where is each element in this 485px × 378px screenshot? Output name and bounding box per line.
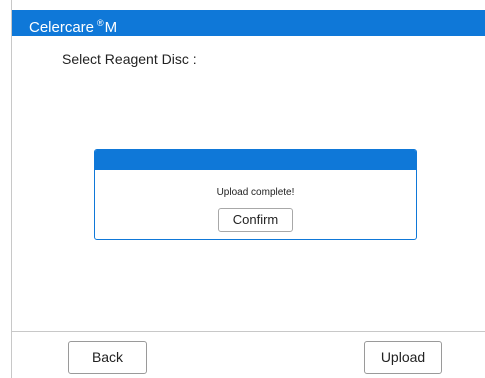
back-button[interactable]: Back	[68, 341, 147, 374]
app-title-suffix: M	[104, 19, 118, 36]
select-reagent-label: Select Reagent Disc :	[62, 51, 197, 67]
title-bar: Celercare ®M	[12, 10, 485, 36]
app-title: Celercare	[29, 19, 95, 36]
confirm-button[interactable]: Confirm	[218, 208, 293, 232]
app-window: Celercare ®M Select Reagent Disc : Upload…	[11, 0, 485, 378]
dialog-message: Upload complete!	[216, 187, 295, 198]
footer-divider	[12, 331, 485, 332]
dialog-header	[95, 150, 416, 170]
registered-mark: ®	[97, 18, 104, 28]
upload-button[interactable]: Upload	[364, 341, 442, 374]
upload-complete-dialog: Upload complete! Confirm	[94, 149, 417, 240]
